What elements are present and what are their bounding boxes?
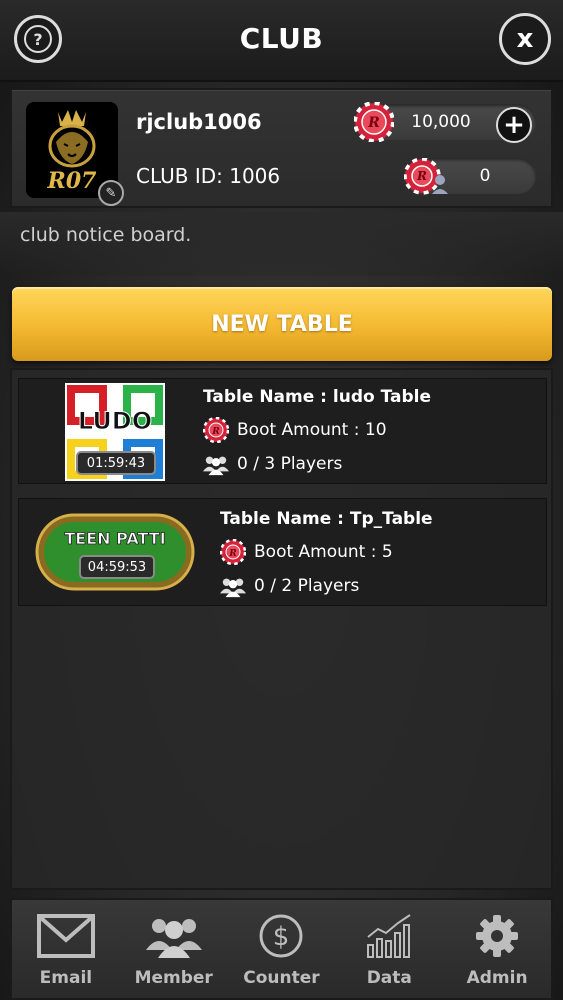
club-name: rjclub1006: [136, 110, 262, 134]
club-notice-board: club notice board.: [20, 224, 192, 246]
nav-email[interactable]: Email: [12, 900, 120, 998]
chip-icon: R: [203, 417, 229, 443]
add-coins-button[interactable]: +: [496, 107, 532, 143]
plus-icon: +: [503, 110, 525, 140]
bottom-navigation: Email Member $ Counter Data Admin: [10, 898, 553, 1000]
nav-label: Data: [366, 968, 412, 988]
boot-amount-line: R Boot Amount : 5: [220, 539, 433, 565]
club-id: CLUB ID: 1006: [136, 164, 281, 188]
table-list: LUDO 01:59:43 Table Name : ludo Table R: [10, 368, 553, 890]
players-icon: [203, 451, 229, 477]
table-details: Table Name : Tp_Table R Boot Amount : 5: [220, 509, 433, 607]
header-bar: ? CLUB x: [0, 0, 563, 82]
table-timer: 01:59:43: [76, 451, 156, 475]
poker-table-icon: TEEN PATTI: [35, 513, 195, 591]
svg-text:R07: R07: [47, 168, 98, 194]
table-row-teen-patti[interactable]: TEEN PATTI 04:59:53 Table Name : Tp_Tabl…: [18, 498, 547, 606]
player-count: 0 / 2 Players: [254, 576, 360, 596]
players-icon: [220, 573, 246, 599]
nav-label: Email: [39, 968, 93, 988]
member-chip-count-value: 0: [479, 166, 491, 186]
club-screen: ? CLUB x R07 ✎ rjclub1006 CLUB ID: 1006: [0, 0, 563, 1000]
table-name: Table Name : ludo Table: [203, 387, 431, 407]
close-button[interactable]: x: [499, 13, 551, 65]
svg-text:R: R: [367, 115, 380, 131]
chip-icon: R: [354, 102, 394, 142]
chip-user-icon: R: [404, 158, 448, 195]
pencil-icon: ✎: [105, 185, 117, 201]
club-info-card: R07 ✎ rjclub1006 CLUB ID: 1006 10,000 R …: [10, 88, 553, 208]
coin-balance-value: 10,000: [411, 112, 471, 132]
boot-amount: Boot Amount : 5: [254, 542, 393, 562]
svg-text:LUDO: LUDO: [78, 407, 152, 435]
dollar-icon: $: [258, 912, 304, 960]
chart-icon: [364, 912, 414, 960]
players-line: 0 / 3 Players: [203, 451, 431, 477]
new-table-button[interactable]: NEW TABLE: [12, 287, 552, 361]
nav-label: Counter: [243, 968, 320, 988]
mail-icon: [36, 912, 95, 960]
players-line: 0 / 2 Players: [220, 573, 433, 599]
table-timer: 04:59:53: [79, 555, 155, 579]
svg-text:R: R: [416, 169, 427, 183]
nav-admin[interactable]: Admin: [443, 900, 551, 998]
close-icon: x: [516, 24, 534, 54]
table-row-ludo[interactable]: LUDO 01:59:43 Table Name : ludo Table R: [18, 378, 547, 484]
chip-icon: R: [220, 539, 246, 565]
nav-member[interactable]: Member: [120, 900, 228, 998]
nav-data[interactable]: Data: [335, 900, 443, 998]
svg-text:$: $: [273, 922, 290, 952]
gear-icon: [474, 912, 520, 960]
members-icon: [145, 912, 202, 960]
player-count: 0 / 3 Players: [237, 454, 343, 474]
page-title: CLUB: [239, 22, 324, 55]
table-details: Table Name : ludo Table R Boot Amount : …: [203, 387, 431, 485]
boot-amount-line: R Boot Amount : 10: [203, 417, 431, 443]
nav-counter[interactable]: $ Counter: [228, 900, 336, 998]
svg-text:TEEN PATTI: TEEN PATTI: [64, 529, 165, 548]
boot-amount: Boot Amount : 10: [237, 420, 387, 440]
table-name: Table Name : Tp_Table: [220, 509, 433, 529]
nav-label: Member: [134, 968, 213, 988]
svg-text:R: R: [228, 549, 237, 559]
edit-logo-button[interactable]: ✎: [98, 180, 124, 206]
svg-text:R: R: [211, 427, 220, 437]
nav-label: Admin: [466, 968, 528, 988]
teen-patti-table-thumbnail: TEEN PATTI: [35, 513, 195, 591]
